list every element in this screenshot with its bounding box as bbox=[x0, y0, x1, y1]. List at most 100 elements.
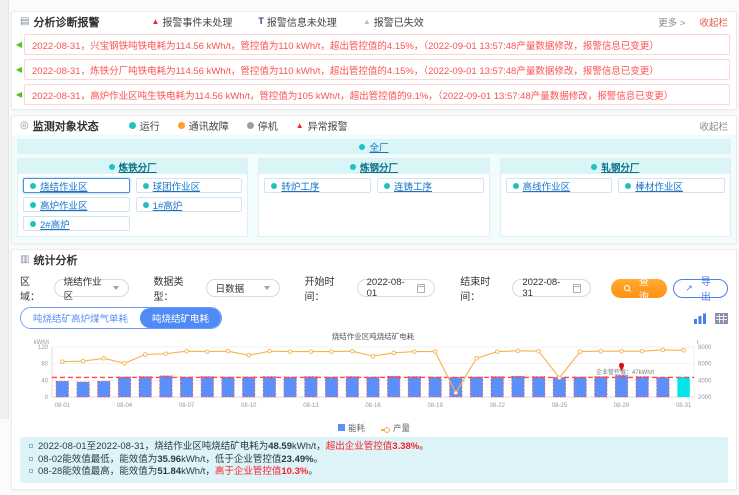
left-axis-tick: 0 bbox=[45, 395, 49, 401]
alarm-tab-3[interactable]: ▲报警已失效 bbox=[363, 14, 424, 29]
tree-group-炼铁分厂: 炼铁分厂烧结作业区 球团作业区高炉作业区 1#高炉 2#高炉 bbox=[17, 158, 248, 237]
tree-node-棒材作业区[interactable]: 棒材作业区 bbox=[618, 178, 725, 193]
left-edge-strip bbox=[0, 0, 9, 419]
status-dot-icon bbox=[625, 183, 631, 189]
line-point-08-26 bbox=[578, 350, 582, 354]
summary-text: 超出企业管控值 bbox=[326, 441, 393, 454]
region-value: 烧结作业区 bbox=[64, 274, 107, 302]
tree-node-高炉作业区[interactable]: 高炉作业区 bbox=[23, 197, 130, 212]
bullet-icon bbox=[29, 469, 33, 473]
line-point-08-22 bbox=[496, 350, 500, 354]
start-date-value: 2022-08-01 bbox=[367, 277, 411, 299]
bar-08-15 bbox=[346, 377, 358, 397]
tree-node-label: 烧结作业区 bbox=[40, 179, 88, 193]
alarm-collapse-link[interactable]: 收起栏 bbox=[699, 15, 728, 29]
chevron-down-icon bbox=[264, 286, 270, 290]
line-point-08-09 bbox=[226, 349, 230, 353]
tree-node-label: 1#高炉 bbox=[153, 198, 183, 212]
query-button[interactable]: 查 询 bbox=[611, 279, 667, 298]
line-point-08-17 bbox=[392, 351, 396, 355]
analysis-summary: 2022-08-01至2022-08-31，烧结作业区吨烧结矿电耗为48.59k… bbox=[20, 437, 728, 483]
right-axis-tick: 6000 bbox=[698, 362, 712, 368]
x-axis-tick: 08-22 bbox=[490, 403, 506, 409]
control-line-label: 企业管控值：47kWh/t bbox=[596, 368, 654, 376]
datatype-label: 数据类型： bbox=[153, 273, 199, 303]
line-point-08-03 bbox=[102, 357, 106, 361]
tree-node-label: 球团作业区 bbox=[153, 179, 201, 193]
tree-node-label: 棒材作业区 bbox=[635, 179, 683, 193]
bar-08-18 bbox=[408, 377, 420, 397]
summary-text: 23.49% bbox=[281, 454, 313, 467]
chart-area[interactable]: 烧结作业区吨烧结矿电耗kWh/tt02000404000806000120800… bbox=[12, 331, 736, 433]
summary-text: 08-28能效值最高，能效值为 bbox=[38, 466, 157, 479]
x-axis-tick: 08-31 bbox=[676, 403, 692, 409]
legend-item-能耗: 能耗 bbox=[338, 422, 365, 434]
status-collapse-link[interactable]: 收起栏 bbox=[699, 119, 728, 133]
tree-node-烧结作业区[interactable]: 烧结作业区 bbox=[23, 178, 130, 193]
tree-node-高线作业区[interactable]: 高线作业区 bbox=[506, 178, 613, 193]
calendar-icon bbox=[417, 284, 425, 293]
tree-node-label: 高炉作业区 bbox=[40, 198, 88, 212]
export-button[interactable]: ↗ 导 出 bbox=[673, 279, 728, 298]
tree-root-node[interactable]: 全厂 bbox=[17, 139, 731, 154]
bar-08-31 bbox=[677, 377, 689, 397]
tree-node-2#高炉[interactable]: 2#高炉 bbox=[23, 216, 130, 231]
bar-08-14 bbox=[325, 377, 337, 397]
alert-row-2[interactable]: ◀2022-08-31，炼铁分厂吨铁电耗为114.56 kWh/t，管控值为11… bbox=[14, 59, 730, 80]
chart-tab-1[interactable]: 吨烧结矿高炉煤气单耗 bbox=[21, 308, 140, 328]
tree-node-转炉工序[interactable]: 转炉工序 bbox=[264, 178, 371, 193]
x-axis-tick: 08-25 bbox=[552, 403, 568, 409]
calendar-icon bbox=[573, 284, 581, 293]
tree-group-header[interactable]: 炼钢分厂 bbox=[259, 159, 488, 174]
line-point-08-16 bbox=[371, 354, 375, 358]
line-point-08-04 bbox=[123, 362, 127, 366]
start-date-input[interactable]: 2022-08-01 bbox=[357, 279, 436, 297]
end-date-input[interactable]: 2022-08-31 bbox=[512, 279, 591, 297]
line-legend-icon bbox=[381, 429, 390, 431]
more-link[interactable]: 更多 > bbox=[658, 15, 685, 29]
tree-group-header[interactable]: 炼铁分厂 bbox=[18, 159, 247, 174]
bullet-icon bbox=[29, 457, 33, 461]
left-axis-tick: 40 bbox=[41, 378, 48, 384]
line-point-08-08 bbox=[206, 350, 210, 354]
tree-group-label: 炼铁分厂 bbox=[119, 160, 157, 174]
alarm-tab-1[interactable]: ▲报警事件未处理 bbox=[151, 14, 232, 29]
bar-08-21 bbox=[470, 377, 482, 397]
chart-tab-2[interactable]: 吨烧结矿电耗 bbox=[140, 308, 221, 328]
x-axis-tick: 08-01 bbox=[55, 403, 71, 409]
tree-node-球团作业区[interactable]: 球团作业区 bbox=[136, 178, 243, 193]
tree-group-label: 炼钢分厂 bbox=[360, 160, 398, 174]
left-axis-tick: 80 bbox=[41, 362, 48, 368]
summary-text: 2022-08-01至2022-08-31，烧结作业区吨烧结矿电耗为 bbox=[38, 441, 268, 454]
line-point-08-01 bbox=[61, 360, 65, 364]
tree-node-1#高炉[interactable]: 1#高炉 bbox=[136, 197, 243, 212]
chevron-down-icon bbox=[113, 286, 119, 290]
tree-group-nodes: 烧结作业区 球团作业区高炉作业区 1#高炉 2#高炉 bbox=[18, 174, 247, 236]
start-time-label: 开始时间： bbox=[305, 273, 351, 303]
warning-red-icon: ▲ bbox=[151, 18, 159, 26]
bar-chart-view-icon[interactable] bbox=[694, 313, 707, 324]
line-point-08-13 bbox=[309, 350, 313, 354]
tree-group-header[interactable]: 轧钢分厂 bbox=[501, 159, 730, 174]
x-axis-tick: 08-28 bbox=[614, 403, 630, 409]
alarm-tab-label: 报警事件未处理 bbox=[162, 14, 232, 29]
bar-08-03 bbox=[98, 381, 110, 397]
status-panel-title: 监测对象状态 bbox=[33, 118, 99, 134]
tree-node-连铸工序[interactable]: 连铸工序 bbox=[377, 178, 484, 193]
region-select[interactable]: 烧结作业区 bbox=[54, 279, 129, 297]
summary-text: 08-02能效值最低，能效值为 bbox=[38, 454, 157, 467]
bar-08-19 bbox=[429, 377, 441, 397]
alert-row-3[interactable]: ◀2022-08-31，高炉作业区吨生铁电耗为114.56 kWh/t，管控值为… bbox=[14, 84, 730, 105]
status-panel: ◎ 监测对象状态 运行通讯故障停机▲异常报警 收起栏 全厂 炼铁分厂烧结作业区球… bbox=[11, 115, 737, 244]
alarm-tab-2[interactable]: T报警信息未处理 bbox=[258, 14, 337, 29]
datatype-select[interactable]: 日数据 bbox=[206, 279, 280, 297]
bar-08-16 bbox=[367, 377, 379, 397]
table-view-icon[interactable] bbox=[715, 313, 728, 324]
x-axis-tick: 08-19 bbox=[427, 403, 443, 409]
query-button-label: 查 询 bbox=[634, 273, 655, 303]
bar-08-05 bbox=[139, 377, 151, 397]
line-point-08-05 bbox=[143, 353, 147, 357]
alert-row-1[interactable]: ◀2022-08-31，兴宝钢铁吨铁电耗为114.56 kWh/t，管控值为11… bbox=[14, 34, 730, 55]
status-dot-icon bbox=[178, 122, 185, 129]
bullet-icon bbox=[29, 444, 33, 448]
